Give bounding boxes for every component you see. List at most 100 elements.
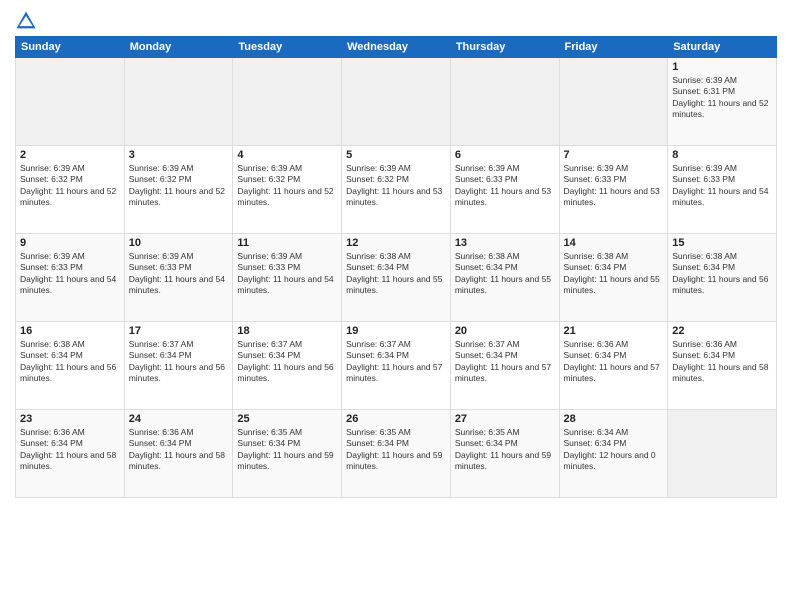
day-cell: 5 Sunrise: 6:39 AM Sunset: 6:32 PM Daylig… — [342, 146, 451, 234]
day-header-thursday: Thursday — [450, 37, 559, 58]
day-cell — [233, 58, 342, 146]
day-cell: 28Sunrise: 6:34 AM Sunset: 6:34 PM Dayli… — [559, 410, 668, 498]
day-headers-row: SundayMondayTuesdayWednesdayThursdayFrid… — [16, 37, 777, 58]
day-cell: 2 Sunrise: 6:39 AM Sunset: 6:32 PM Daylig… — [16, 146, 125, 234]
day-info: Sunrise: 6:39 AM Sunset: 6:33 PM Dayligh… — [20, 251, 120, 297]
day-number: 16 — [20, 325, 120, 337]
day-cell: 6 Sunrise: 6:39 AM Sunset: 6:33 PM Daylig… — [450, 146, 559, 234]
header — [15, 10, 777, 32]
day-cell: 15Sunrise: 6:38 AM Sunset: 6:34 PM Dayli… — [668, 234, 777, 322]
day-info: Sunrise: 6:35 AM Sunset: 6:34 PM Dayligh… — [346, 427, 446, 473]
week-row-3: 9 Sunrise: 6:39 AM Sunset: 6:33 PM Daylig… — [16, 234, 777, 322]
day-number: 23 — [20, 413, 120, 425]
day-number: 14 — [564, 237, 664, 249]
day-info: Sunrise: 6:38 AM Sunset: 6:34 PM Dayligh… — [672, 251, 772, 297]
day-number: 10 — [129, 237, 229, 249]
day-info: Sunrise: 6:36 AM Sunset: 6:34 PM Dayligh… — [129, 427, 229, 473]
day-info: Sunrise: 6:39 AM Sunset: 6:31 PM Dayligh… — [672, 75, 772, 121]
day-cell: 11 Sunrise: 6:39 AM Sunset: 6:33 PM Dayli… — [233, 234, 342, 322]
day-cell: 9 Sunrise: 6:39 AM Sunset: 6:33 PM Daylig… — [16, 234, 125, 322]
day-number: 6 — [455, 149, 555, 161]
day-cell: 26 Sunrise: 6:35 AM Sunset: 6:34 PM Dayli… — [342, 410, 451, 498]
day-info: Sunrise: 6:39 AM Sunset: 6:33 PM Dayligh… — [455, 163, 555, 209]
day-number: 27 — [455, 413, 555, 425]
day-number: 25 — [237, 413, 337, 425]
day-number: 21 — [564, 325, 664, 337]
day-info: Sunrise: 6:39 AM Sunset: 6:32 PM Dayligh… — [20, 163, 120, 209]
day-number: 24 — [129, 413, 229, 425]
day-info: Sunrise: 6:37 AM Sunset: 6:34 PM Dayligh… — [455, 339, 555, 385]
week-row-2: 2 Sunrise: 6:39 AM Sunset: 6:32 PM Daylig… — [16, 146, 777, 234]
day-cell: 12 Sunrise: 6:38 AM Sunset: 6:34 PM Dayli… — [342, 234, 451, 322]
day-number: 8 — [672, 149, 772, 161]
day-cell: 8 Sunrise: 6:39 AM Sunset: 6:33 PM Daylig… — [668, 146, 777, 234]
day-info: Sunrise: 6:39 AM Sunset: 6:33 PM Dayligh… — [237, 251, 337, 297]
day-number: 1 — [672, 61, 772, 73]
day-cell: 19 Sunrise: 6:37 AM Sunset: 6:34 PM Dayli… — [342, 322, 451, 410]
calendar-table: SundayMondayTuesdayWednesdayThursdayFrid… — [15, 36, 777, 498]
day-cell: 10 Sunrise: 6:39 AM Sunset: 6:33 PM Dayli… — [124, 234, 233, 322]
day-info: Sunrise: 6:37 AM Sunset: 6:34 PM Dayligh… — [129, 339, 229, 385]
day-cell: 17Sunrise: 6:37 AM Sunset: 6:34 PM Dayli… — [124, 322, 233, 410]
page-container: SundayMondayTuesdayWednesdayThursdayFrid… — [0, 0, 792, 508]
day-cell: 18Sunrise: 6:37 AM Sunset: 6:34 PM Dayli… — [233, 322, 342, 410]
day-number: 22 — [672, 325, 772, 337]
day-cell: 25 Sunrise: 6:35 AM Sunset: 6:34 PM Dayli… — [233, 410, 342, 498]
day-cell — [342, 58, 451, 146]
day-number: 13 — [455, 237, 555, 249]
day-cell: 20 Sunrise: 6:37 AM Sunset: 6:34 PM Dayli… — [450, 322, 559, 410]
day-number: 26 — [346, 413, 446, 425]
day-header-monday: Monday — [124, 37, 233, 58]
day-info: Sunrise: 6:39 AM Sunset: 6:32 PM Dayligh… — [237, 163, 337, 209]
day-cell: 1 Sunrise: 6:39 AM Sunset: 6:31 PM Daylig… — [668, 58, 777, 146]
day-info: Sunrise: 6:38 AM Sunset: 6:34 PM Dayligh… — [455, 251, 555, 297]
day-cell: 14 Sunrise: 6:38 AM Sunset: 6:34 PM Dayli… — [559, 234, 668, 322]
day-info: Sunrise: 6:36 AM Sunset: 6:34 PM Dayligh… — [672, 339, 772, 385]
day-cell: 23 Sunrise: 6:36 AM Sunset: 6:34 PM Dayli… — [16, 410, 125, 498]
day-info: Sunrise: 6:37 AM Sunset: 6:34 PM Dayligh… — [346, 339, 446, 385]
day-info: Sunrise: 6:38 AM Sunset: 6:34 PM Dayligh… — [564, 251, 664, 297]
day-number: 3 — [129, 149, 229, 161]
week-row-5: 23 Sunrise: 6:36 AM Sunset: 6:34 PM Dayli… — [16, 410, 777, 498]
day-header-sunday: Sunday — [16, 37, 125, 58]
day-info: Sunrise: 6:36 AM Sunset: 6:34 PM Dayligh… — [564, 339, 664, 385]
day-cell: 27 Sunrise: 6:35 AM Sunset: 6:34 PM Dayli… — [450, 410, 559, 498]
day-info: Sunrise: 6:36 AM Sunset: 6:34 PM Dayligh… — [20, 427, 120, 473]
day-cell: 16 Sunrise: 6:38 AM Sunset: 6:34 PM Dayli… — [16, 322, 125, 410]
day-number: 19 — [346, 325, 446, 337]
day-info: Sunrise: 6:38 AM Sunset: 6:34 PM Dayligh… — [346, 251, 446, 297]
day-header-wednesday: Wednesday — [342, 37, 451, 58]
day-header-tuesday: Tuesday — [233, 37, 342, 58]
day-info: Sunrise: 6:39 AM Sunset: 6:32 PM Dayligh… — [129, 163, 229, 209]
day-number: 2 — [20, 149, 120, 161]
day-header-friday: Friday — [559, 37, 668, 58]
day-info: Sunrise: 6:35 AM Sunset: 6:34 PM Dayligh… — [455, 427, 555, 473]
calendar-header: SundayMondayTuesdayWednesdayThursdayFrid… — [16, 37, 777, 58]
day-number: 12 — [346, 237, 446, 249]
day-cell: 22 Sunrise: 6:36 AM Sunset: 6:34 PM Dayli… — [668, 322, 777, 410]
day-cell: 13 Sunrise: 6:38 AM Sunset: 6:34 PM Dayli… — [450, 234, 559, 322]
day-number: 11 — [237, 237, 337, 249]
day-cell — [559, 58, 668, 146]
day-cell: 3 Sunrise: 6:39 AM Sunset: 6:32 PM Daylig… — [124, 146, 233, 234]
day-number: 9 — [20, 237, 120, 249]
day-cell — [16, 58, 125, 146]
day-cell — [124, 58, 233, 146]
day-cell: 7Sunrise: 6:39 AM Sunset: 6:33 PM Daylig… — [559, 146, 668, 234]
logo-icon — [15, 10, 37, 32]
day-cell — [668, 410, 777, 498]
day-number: 20 — [455, 325, 555, 337]
day-info: Sunrise: 6:39 AM Sunset: 6:33 PM Dayligh… — [672, 163, 772, 209]
day-info: Sunrise: 6:37 AM Sunset: 6:34 PM Dayligh… — [237, 339, 337, 385]
calendar-body: 1 Sunrise: 6:39 AM Sunset: 6:31 PM Daylig… — [16, 58, 777, 498]
logo — [15, 10, 41, 32]
week-row-4: 16 Sunrise: 6:38 AM Sunset: 6:34 PM Dayli… — [16, 322, 777, 410]
day-info: Sunrise: 6:38 AM Sunset: 6:34 PM Dayligh… — [20, 339, 120, 385]
day-info: Sunrise: 6:39 AM Sunset: 6:33 PM Dayligh… — [129, 251, 229, 297]
day-info: Sunrise: 6:39 AM Sunset: 6:32 PM Dayligh… — [346, 163, 446, 209]
day-number: 7 — [564, 149, 664, 161]
day-number: 5 — [346, 149, 446, 161]
day-cell — [450, 58, 559, 146]
day-cell: 4Sunrise: 6:39 AM Sunset: 6:32 PM Daylig… — [233, 146, 342, 234]
day-info: Sunrise: 6:35 AM Sunset: 6:34 PM Dayligh… — [237, 427, 337, 473]
